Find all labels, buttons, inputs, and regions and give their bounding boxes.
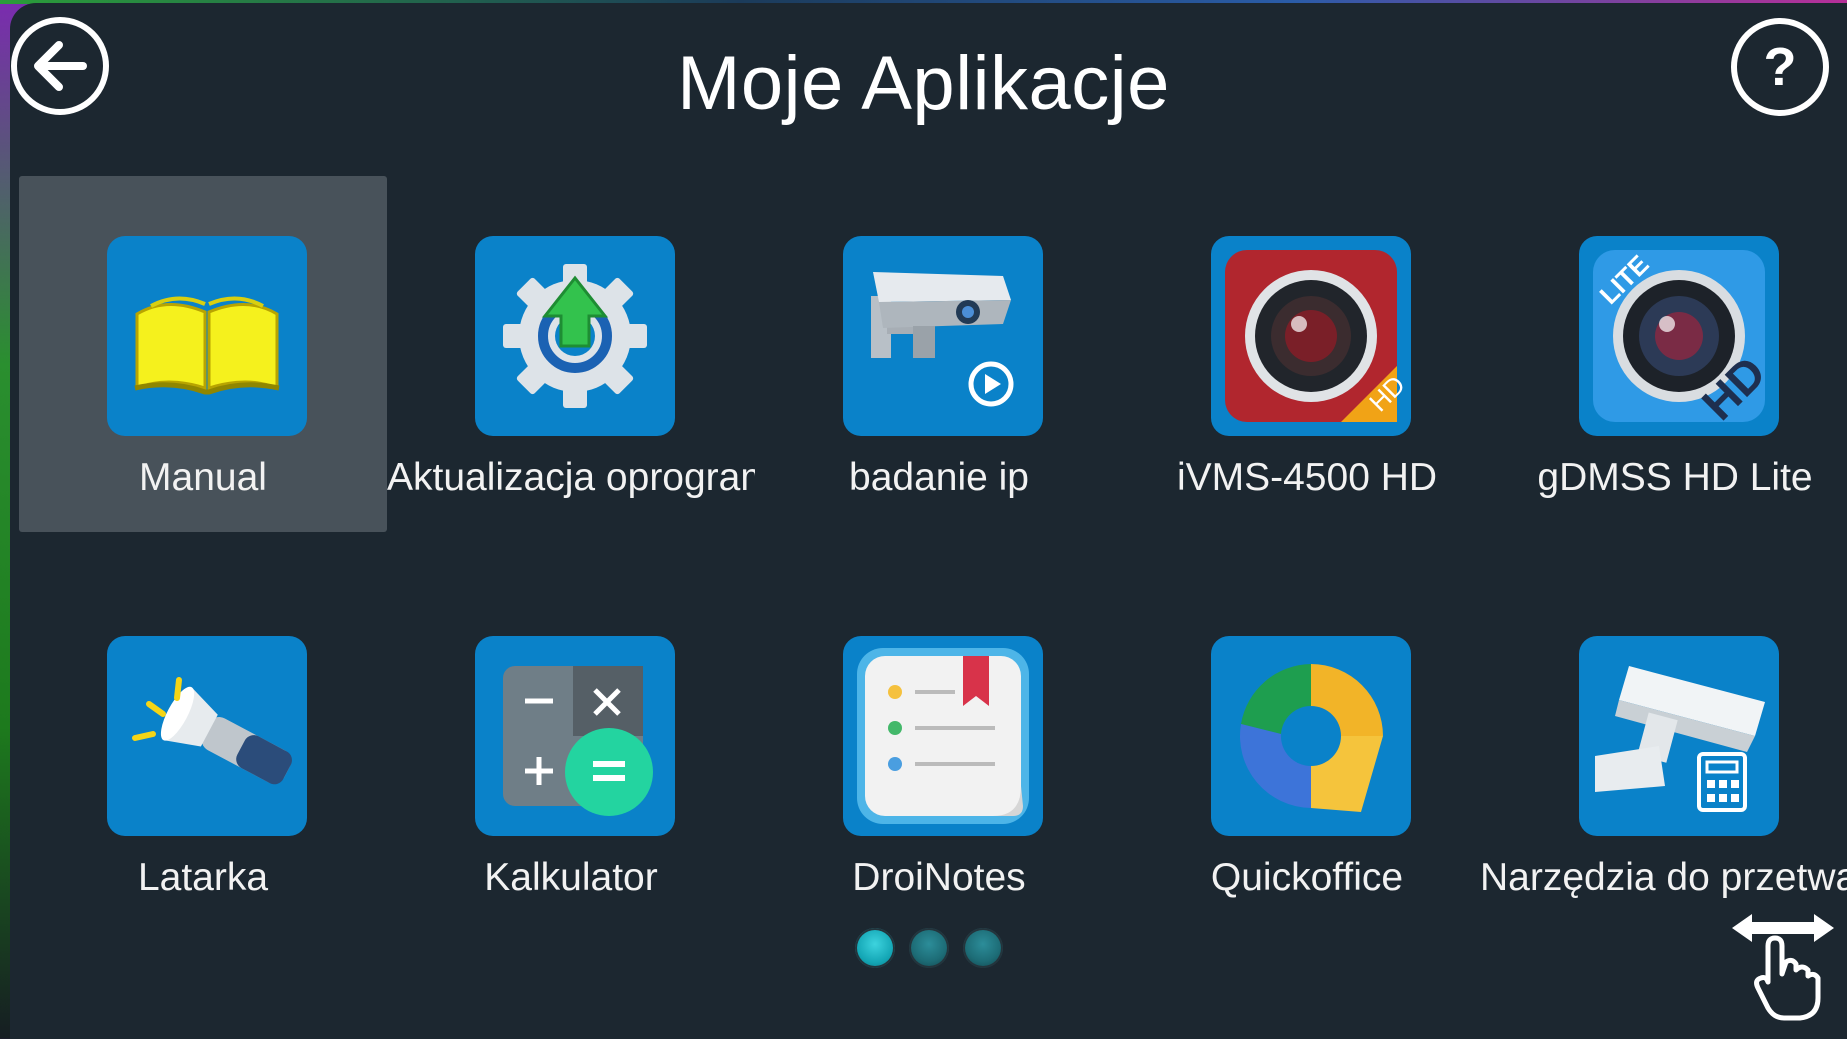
app-label: Aktualizacja oprogramowania [387,456,755,499]
camera-calculator-icon [1579,636,1779,836]
page-dot-2[interactable] [909,928,949,968]
app-label: Quickoffice [1210,856,1404,899]
app-manual[interactable]: Manual [19,176,387,532]
page-indicator [855,928,1003,968]
page-title: Moje Aplikacje [677,41,1170,126]
app-label: Kalkulator [484,856,658,899]
app-narzedzia[interactable]: Narzędzia do przetwarzania [1479,576,1847,932]
help-button[interactable]: ? [1731,18,1829,116]
app-latarka[interactable]: Latarka [19,576,387,932]
app-label: DroiNotes [852,856,1026,899]
app-label: gDMSS HD Lite [1537,456,1813,499]
camera-lens-hd-icon: HD [1211,236,1411,436]
app-droinotes[interactable]: DroiNotes [755,576,1123,932]
app-aktualizacja[interactable]: Aktualizacja oprogramowania [387,176,755,532]
page-dot-3[interactable] [963,928,1003,968]
gear-update-icon [475,236,675,436]
page-dot-1[interactable] [855,928,895,968]
app-gdmss[interactable]: LITE HD gDMSS HD Lite [1491,176,1847,532]
app-label: Manual [139,456,267,499]
calculator-icon [475,636,675,836]
app-label: badanie ip [849,456,1029,499]
app-kalkulator[interactable]: Kalkulator [387,576,755,932]
app-label: Latarka [137,856,269,899]
notes-icon [843,636,1043,836]
app-quickoffice[interactable]: Quickoffice [1123,576,1491,932]
camera-lens-hd-lite-icon: LITE HD [1579,236,1779,436]
app-badanie-ip[interactable]: badanie ip [755,176,1123,532]
app-label: Narzędzia do przetwarzania [1480,856,1847,899]
swipe-hand-icon [1732,914,1834,1021]
help-icon: ? [1763,37,1797,97]
flashlight-icon [107,636,307,836]
cctv-camera-play-icon [843,236,1043,436]
app-label: iVMS-4500 HD [1176,456,1438,499]
app-ivms[interactable]: HD iVMS-4500 HD [1123,176,1491,532]
quickoffice-icon [1211,636,1411,836]
book-icon [107,236,307,436]
